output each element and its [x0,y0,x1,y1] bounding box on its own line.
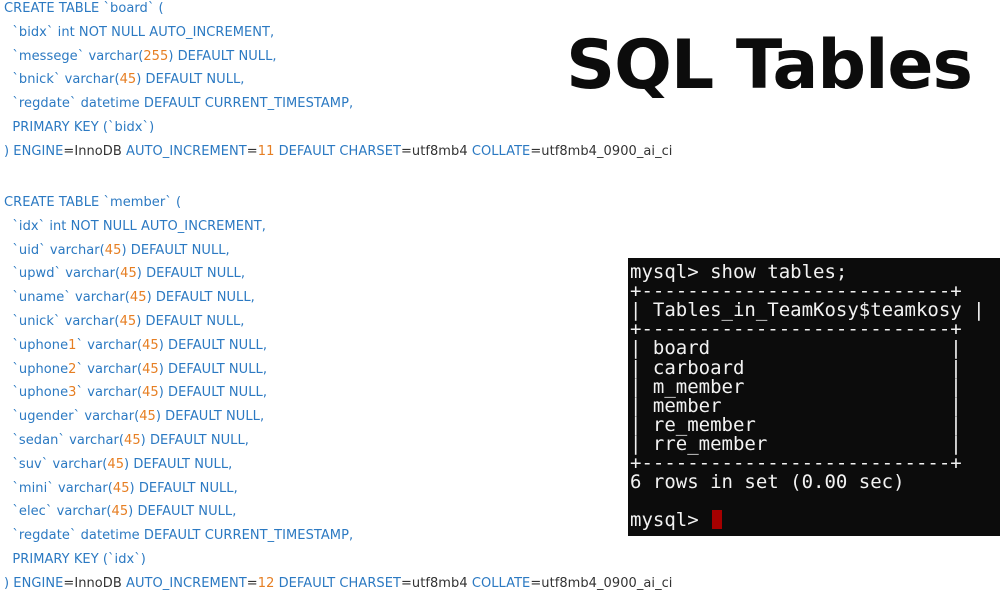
sql-line: `ugender` varchar(45) DEFAULT NULL, [4,409,265,425]
sql-line: `upwd` varchar(45) DEFAULT NULL, [4,266,246,282]
terminal-line: | board | [630,337,962,360]
sql-line: ) ENGINE=InnoDB AUTO_INCREMENT=12 DEFAUL… [4,575,673,591]
terminal-line: | Tables_in_TeamKosy$teamkosy | [630,299,985,322]
sql-line: `messege` varchar(255) DEFAULT NULL, [4,48,277,64]
sql-line: `bidx` int NOT NULL AUTO_INCREMENT, [4,24,275,40]
page-heading: SQL Tables [566,26,973,105]
terminal-line: +---------------------------+ [630,452,962,474]
sql-line: `uphone1` varchar(45) DEFAULT NULL, [4,337,268,353]
sql-line: `bnick` varchar(45) DEFAULT NULL, [4,72,245,88]
sql-line: `unick` varchar(45) DEFAULT NULL, [4,314,245,329]
terminal-line: +---------------------------+ [630,280,962,303]
terminal-line: | member | [630,394,962,417]
terminal-line: | m_member | [630,375,962,398]
mysql-terminal[interactable]: mysql> show tables; +--------------------… [628,258,1000,536]
sql-line: `suv` varchar(45) DEFAULT NULL, [4,456,233,472]
terminal-line: mysql> show tables; [630,261,848,283]
terminal-line: 6 rows in set (0.00 sec) [630,471,905,494]
terminal-cursor[interactable] [712,510,723,530]
sql-line: `elec` varchar(45) DEFAULT NULL, [4,504,237,520]
sql-line: PRIMARY KEY (`idx`) [4,552,146,567]
sql-line: `regdate` datetime DEFAULT CURRENT_TIMES… [4,96,354,112]
terminal-line: | carboard | [630,356,962,379]
sql-line: `sedan` varchar(45) DEFAULT NULL, [4,433,249,448]
sql-line: PRIMARY KEY (`bidx`) [4,120,155,135]
sql-line: `uid` varchar(45) DEFAULT NULL, [4,242,230,258]
terminal-line: | re_member | [630,413,962,436]
sql-line: `uname` varchar(45) DEFAULT NULL, [4,290,255,306]
sql-line: `regdate` datetime DEFAULT CURRENT_TIMES… [4,528,354,544]
terminal-line: mysql> [630,510,723,530]
sql-line: `idx` int NOT NULL AUTO_INCREMENT, [4,218,266,234]
terminal-line: +---------------------------+ [630,318,962,341]
sql-line: `uphone3` varchar(45) DEFAULT NULL, [4,385,268,401]
sql-line: `mini` varchar(45) DEFAULT NULL, [4,480,238,496]
sql-line: CREATE TABLE `board` ( [4,1,164,16]
sql-line: `uphone2` varchar(45) DEFAULT NULL, [4,361,268,377]
sql-line: ) ENGINE=InnoDB AUTO_INCREMENT=11 DEFAUL… [4,143,673,159]
sql-line: CREATE TABLE `member` ( [4,195,182,210]
terminal-line: | rre_member | [630,432,962,455]
